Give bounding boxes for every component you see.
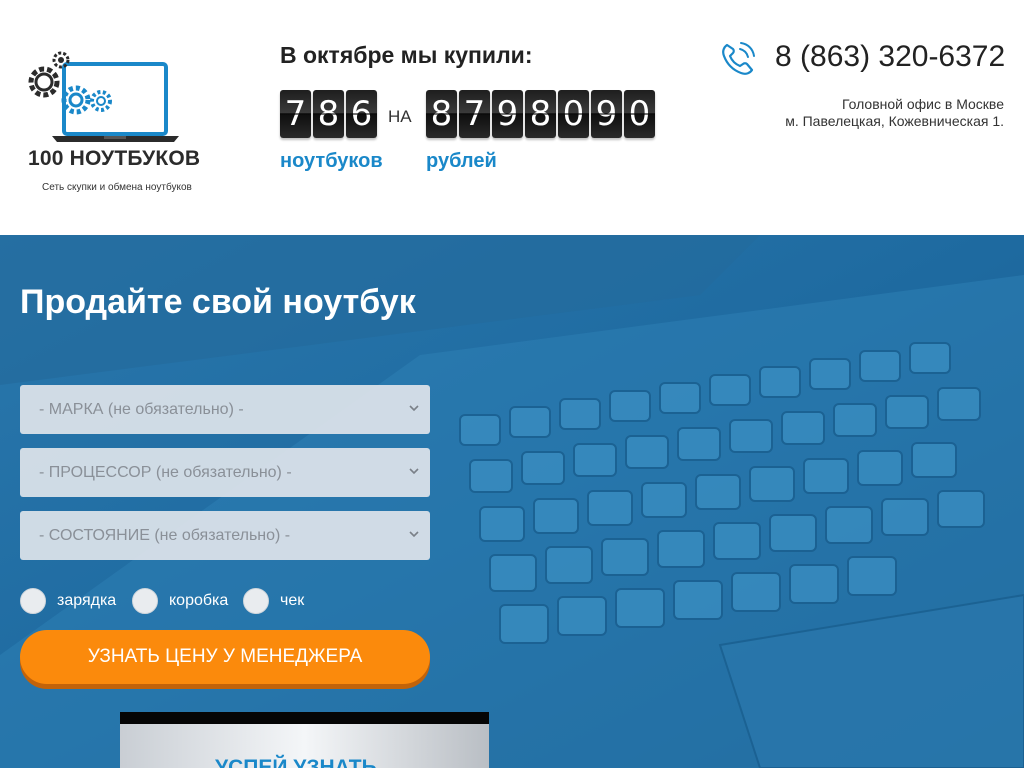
- checkbox-circle[interactable]: [132, 588, 158, 614]
- hero-title: Продайте свой ноутбук: [20, 283, 416, 321]
- counter-digit: 9: [591, 90, 622, 138]
- get-price-button[interactable]: УЗНАТЬ ЦЕНУ У МЕНЕДЖЕРА: [20, 630, 430, 684]
- receipt-checkbox[interactable]: чек: [243, 588, 304, 614]
- promo-video-text: УСПЕЙ УЗНАТЬ: [215, 756, 377, 768]
- counter-digit: 7: [280, 90, 311, 138]
- brand-tagline: Сеть скупки и обмена ноутбуков: [42, 182, 192, 193]
- accessories-checkboxes: зарядка коробка чек: [20, 588, 440, 614]
- laptops-count-counter: 7 8 6: [280, 90, 377, 138]
- stats-title: В октябре мы купили:: [280, 42, 533, 68]
- checkbox-circle[interactable]: [243, 588, 269, 614]
- brand-select-value: - МАРКА (не обязательно) -: [39, 401, 244, 418]
- processor-select-value: - ПРОЦЕССОР (не обязательно) -: [39, 464, 292, 481]
- laptops-unit-label: ноутбуков: [280, 150, 383, 172]
- charger-checkbox-label[interactable]: зарядка: [57, 592, 116, 610]
- stats-on-label: НА: [388, 107, 412, 126]
- promo-video[interactable]: УСПЕЙ УЗНАТЬ: [120, 712, 489, 768]
- charger-checkbox[interactable]: зарядка: [20, 588, 116, 614]
- phone-number-link[interactable]: 8 (863) 320-6372: [775, 40, 1005, 74]
- checkbox-circle[interactable]: [20, 588, 46, 614]
- brand-select[interactable]: - МАРКА (не обязательно) -: [20, 385, 430, 434]
- counter-digit: 0: [558, 90, 589, 138]
- purchase-stats: В октябре мы купили: 7 8 6 НА 8 7 9 8 0 …: [280, 40, 680, 180]
- laptop-gears-logo-icon: [28, 51, 179, 142]
- chevron-down-icon: [409, 531, 419, 538]
- counter-digit: 8: [525, 90, 556, 138]
- processor-select[interactable]: - ПРОЦЕССОР (не обязательно) -: [20, 448, 430, 497]
- counter-digit: 8: [313, 90, 344, 138]
- counter-digit: 6: [346, 90, 377, 138]
- chevron-down-icon: [409, 468, 419, 475]
- condition-select-value: - СОСТОЯНИЕ (не обязательно) -: [39, 527, 291, 544]
- site-header: 100 НОУТБУКОВ Сеть скупки и обмена ноутб…: [0, 0, 1024, 235]
- condition-select[interactable]: - СОСТОЯНИЕ (не обязательно) -: [20, 511, 430, 560]
- brand-name: 100 НОУТБУКОВ: [28, 147, 201, 170]
- office-line-2: м. Павелецкая, Кожевническая 1.: [785, 113, 1004, 129]
- box-checkbox[interactable]: коробка: [132, 588, 228, 614]
- receipt-checkbox-label[interactable]: чек: [280, 592, 304, 610]
- office-address: Головной офис в Москве м. Павелецкая, Ко…: [785, 96, 1004, 130]
- rubles-unit-label: рублей: [426, 150, 497, 172]
- hero-section: Продайте свой ноутбук - МАРКА (не обязат…: [0, 235, 1024, 768]
- phone-icon: [722, 42, 755, 75]
- counter-digit: 7: [459, 90, 490, 138]
- counter-digit: 9: [492, 90, 523, 138]
- counter-digit: 0: [624, 90, 655, 138]
- video-top-bar: [120, 712, 489, 724]
- box-checkbox-label[interactable]: коробка: [169, 592, 228, 610]
- counter-digit: 8: [426, 90, 457, 138]
- office-line-1: Головной офис в Москве: [841, 96, 1004, 112]
- logo[interactable]: 100 НОУТБУКОВ Сеть скупки и обмена ноутб…: [24, 48, 214, 198]
- chevron-down-icon: [409, 405, 419, 412]
- rubles-sum-counter: 8 7 9 8 0 9 0: [426, 90, 655, 138]
